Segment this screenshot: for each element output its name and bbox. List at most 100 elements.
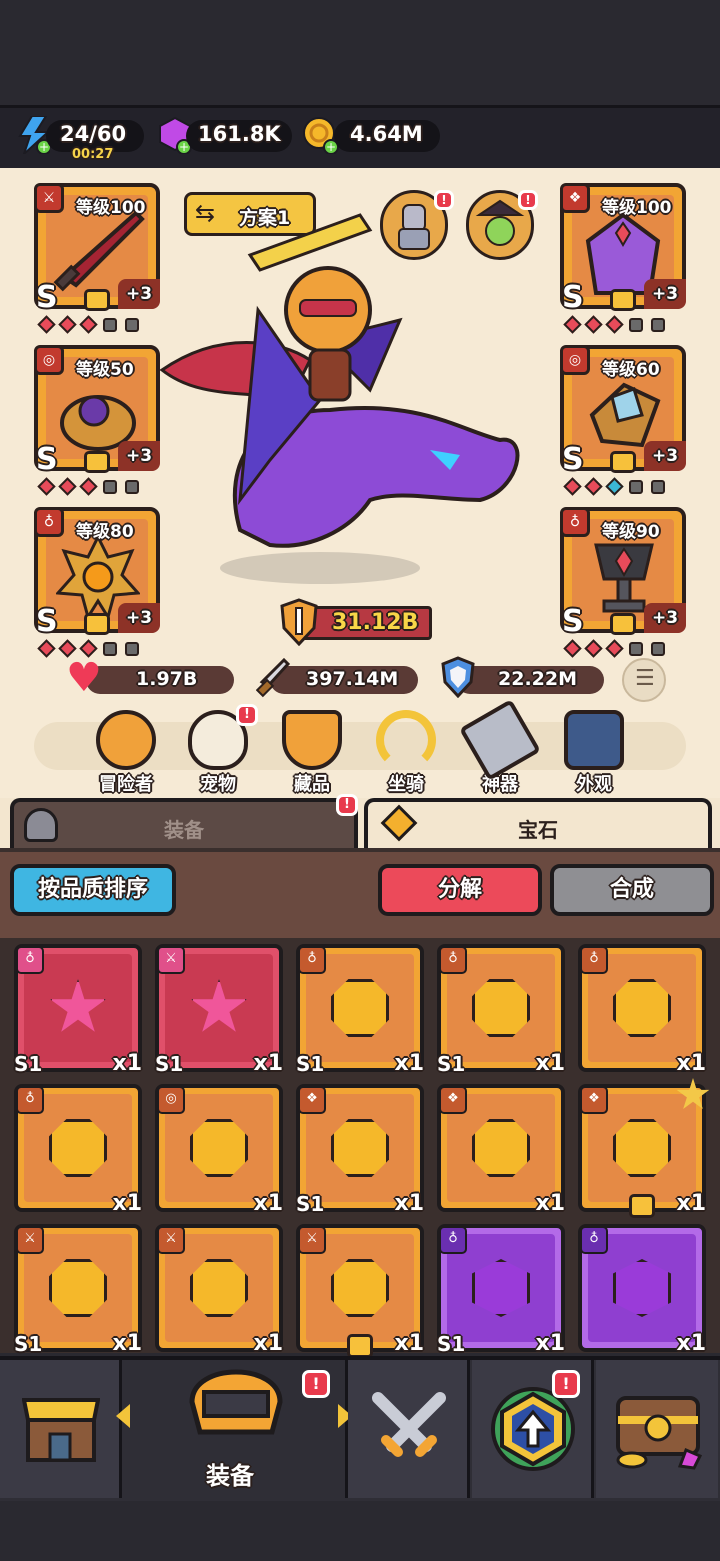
gem-card[interactable]: ❖ x1: [578, 1078, 710, 1218]
equip-slot-necklace[interactable]: ♁ 等级80 S +3: [34, 507, 160, 639]
gem-quantity: x1: [535, 1191, 566, 1216]
gem-card[interactable]: ♁ S1 x1: [437, 944, 565, 1076]
gem-card[interactable]: ♁ x1: [578, 944, 706, 1076]
nav-treasure[interactable]: [596, 1360, 718, 1498]
armor-icon: ❖: [298, 1086, 326, 1114]
sort-by-quality-button[interactable]: 按品质排序: [10, 864, 176, 916]
decompose-button[interactable]: 分解: [378, 864, 542, 916]
armor-icon: ❖: [580, 1086, 608, 1114]
nav-left-arrow-icon[interactable]: [116, 1404, 130, 1428]
gem-card[interactable]: ❖ S1 x1: [296, 1084, 424, 1216]
gem-tier: S1: [437, 1052, 466, 1076]
heart-icon: ♥: [66, 655, 102, 701]
crossed-swords-icon: [370, 1390, 448, 1468]
socket-gem: [605, 639, 624, 658]
slot-bonus: +3: [644, 279, 686, 309]
outfit-icon: [564, 710, 624, 770]
socket-lock-icon: [103, 642, 117, 656]
gem-card[interactable]: ♁ S1 x1: [296, 944, 424, 1076]
equip-slot-ring[interactable]: ◎ 等级50 S +3: [34, 345, 160, 477]
collection-shield-icon: [282, 710, 342, 770]
upgrade-alert-badge: !: [552, 1370, 580, 1398]
gem-card[interactable]: ◎ x1: [155, 1084, 283, 1216]
menu-label: 外观: [576, 774, 612, 795]
menu-mount[interactable]: 坐骑: [364, 710, 448, 796]
socket-gem: [563, 639, 582, 658]
tab-gems-label: 宝石: [518, 818, 558, 842]
hammer-icon: [459, 699, 541, 781]
gem-card[interactable]: ♁ x1: [578, 1224, 706, 1356]
socket-gem: [37, 639, 56, 658]
menu-appearance[interactable]: 外观: [552, 710, 636, 796]
socket-lock-icon: [125, 642, 139, 656]
gem-card[interactable]: ❖ x1: [437, 1084, 565, 1216]
menu-adventurer[interactable]: 冒险者: [84, 710, 168, 796]
nav-shop[interactable]: [0, 1360, 122, 1498]
menu-collection[interactable]: 藏品: [270, 710, 354, 796]
gem-tab-icon: [380, 804, 418, 842]
sword-stat-icon: [255, 657, 291, 698]
necklace-icon: ♁: [560, 507, 590, 537]
slot-level: 等级100: [602, 198, 672, 218]
slot-grade: S: [562, 280, 584, 315]
gem-card[interactable]: ⚔ S1 x1: [14, 1224, 142, 1356]
socket-row-necklace: [37, 639, 139, 658]
energy-value: 24/60: [60, 122, 127, 146]
gem-card[interactable]: ⚔ x1: [296, 1224, 424, 1358]
equip-slot-bracer[interactable]: ◎ 等级60 S +3: [560, 345, 686, 477]
treasure-chest-icon: [608, 1386, 708, 1472]
gem-quantity: x1: [253, 1191, 284, 1216]
socket-lock-icon: [103, 480, 117, 494]
gem-quantity: x1: [676, 1331, 707, 1356]
synthesize-button[interactable]: 合成: [550, 864, 714, 916]
gem-quantity: x1: [394, 1191, 425, 1216]
gem-tier: S1: [155, 1052, 184, 1076]
defense-value: 22.22M: [498, 668, 578, 690]
sword-icon: ⚔: [34, 183, 64, 213]
menu-artifact[interactable]: 神器: [458, 699, 542, 796]
slot-grade: S: [562, 442, 584, 477]
gem-card[interactable]: ⚔ x1: [155, 1224, 283, 1356]
socket-lock-icon: [651, 318, 665, 332]
slot-bonus: +3: [118, 279, 160, 309]
equip-slot-weapon[interactable]: ⚔ 等级100 S +3: [34, 183, 160, 315]
necklace-icon: ♁: [580, 1226, 608, 1254]
power-value: 31.12B: [332, 610, 419, 635]
gem-quantity: x1: [394, 1331, 425, 1356]
gem-card[interactable]: ♁ S1 x1: [437, 1224, 565, 1356]
socket-gem: [79, 477, 98, 496]
lock-icon: [629, 1194, 655, 1218]
slot-bonus: +3: [118, 441, 160, 471]
socket-lock-icon: [125, 318, 139, 332]
socket-lock-icon: [629, 642, 643, 656]
gem-card[interactable]: ♁ S1 x1: [14, 944, 142, 1076]
equip-slot-trophy[interactable]: ♁ 等级90 S +3: [560, 507, 686, 639]
tab-equipment[interactable]: 装备: [10, 798, 358, 850]
helmet-tab-icon: [24, 808, 58, 842]
tab-gems[interactable]: 宝石: [364, 798, 712, 850]
sword-icon: ⚔: [157, 946, 185, 974]
gem-card[interactable]: ⚔ S1 x1: [155, 944, 283, 1076]
attack-value: 397.14M: [306, 668, 399, 690]
slot-bonus: +3: [118, 603, 160, 633]
gem-quantity: x1: [535, 1331, 566, 1356]
ring-icon: ◎: [34, 345, 64, 375]
stats-detail-button[interactable]: ☰: [622, 658, 666, 702]
socket-row-trophy: [563, 639, 665, 658]
socket-gem: [584, 315, 603, 334]
lock-icon: [610, 613, 636, 635]
socket-row-bracer: [563, 477, 665, 496]
lock-icon: [610, 451, 636, 473]
armor-icon: ❖: [439, 1086, 467, 1114]
slot-level: 等级90: [602, 522, 660, 542]
socket-row-ring: [37, 477, 139, 496]
lock-icon: [84, 289, 110, 311]
socket-lock-icon: [651, 480, 665, 494]
socket-gem: [605, 477, 624, 496]
nav-battle[interactable]: [348, 1360, 470, 1498]
menu-label: 坐骑: [388, 774, 424, 795]
notes-icon: ☰: [635, 666, 655, 691]
equipment-tab-alert-badge: !: [336, 794, 358, 816]
equip-slot-armor[interactable]: ❖ 等级100 S +3: [560, 183, 686, 315]
gem-card[interactable]: ♁ x1: [14, 1084, 142, 1216]
